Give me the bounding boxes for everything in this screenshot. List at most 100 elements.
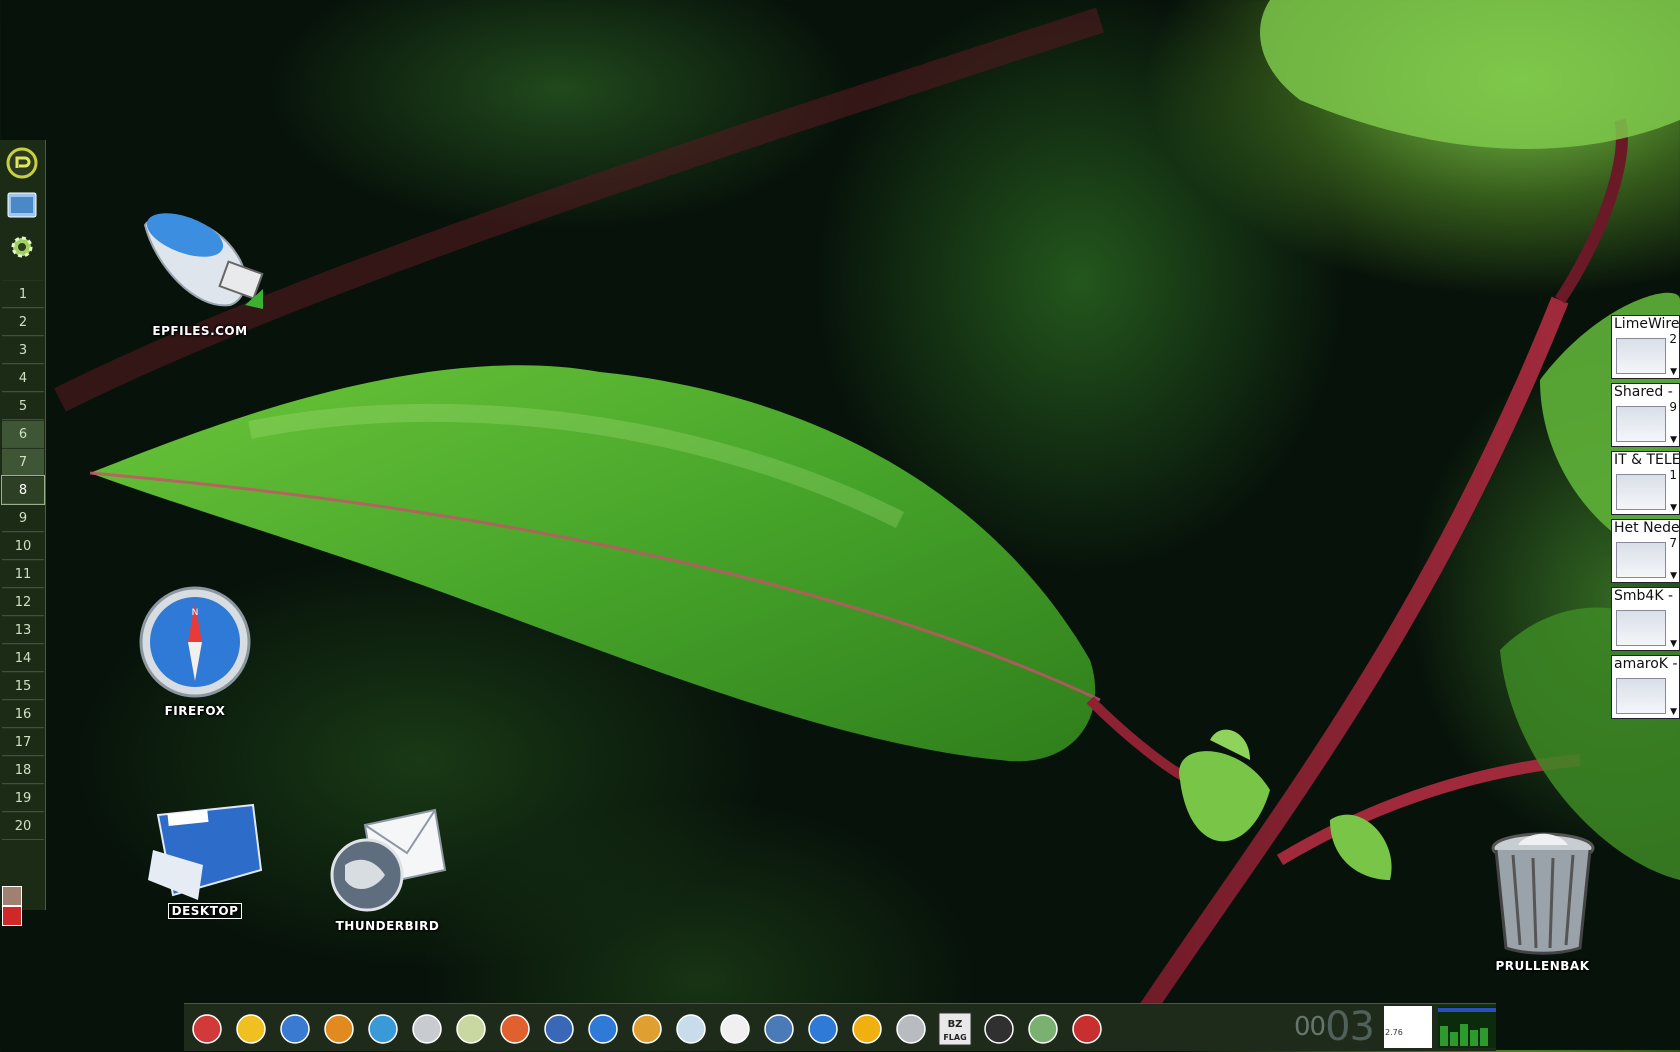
pager-desktop-12[interactable]: 12 xyxy=(2,588,44,616)
dropdown-arrow-icon[interactable]: ▼ xyxy=(1670,367,1677,377)
shield-icon[interactable] xyxy=(1070,1012,1104,1046)
pager-desktop-18[interactable]: 18 xyxy=(2,756,44,784)
pager-desktop-9[interactable]: 9 xyxy=(2,504,44,532)
system-load-meter[interactable] xyxy=(1438,1006,1496,1048)
logout-icon[interactable] xyxy=(2,906,22,926)
pager-desktop-2[interactable]: 2 xyxy=(2,308,44,336)
calculator-icon[interactable] xyxy=(1026,1012,1060,1046)
taskbar-entry[interactable]: IT & TELE 1 ▼ xyxy=(1611,451,1680,515)
dropdown-arrow-icon[interactable]: ▼ xyxy=(1670,707,1677,717)
desktop-pager: 1 2 3 4 5 6 7 8 9 10 11 12 13 14 15 16 17 18 19 20 xyxy=(1,280,45,840)
taskbar-entry-count: 2 xyxy=(1669,332,1677,346)
kmenu-icon[interactable] xyxy=(5,146,39,180)
pager-desktop-11[interactable]: 11 xyxy=(2,560,44,588)
taskbar-entry-count: 1 xyxy=(1669,468,1677,482)
thunderbird-label: THUNDERBIRD xyxy=(335,919,440,933)
file-manager-icon[interactable] xyxy=(5,188,39,222)
preview-icon[interactable] xyxy=(762,1012,796,1046)
taskbar-entry[interactable]: LimeWire 2 ▼ xyxy=(1611,315,1680,379)
window-thumbnail xyxy=(1616,474,1666,510)
favorites-star-icon[interactable] xyxy=(234,1012,268,1046)
pager-desktop-19[interactable]: 19 xyxy=(2,784,44,812)
desktop-icon-desktop[interactable]: DESKTOP xyxy=(140,800,270,919)
taskbar-entry-count: 7 xyxy=(1669,536,1677,550)
svg-text:N: N xyxy=(191,608,198,618)
taskbar-entry[interactable]: Shared -9 ▼ xyxy=(1611,383,1680,447)
desktop-icon-trash[interactable]: PRULLENBAK xyxy=(1480,830,1605,974)
mail-globe-icon xyxy=(330,808,447,912)
dropdown-arrow-icon[interactable]: ▼ xyxy=(1670,639,1677,649)
pager-desktop-20[interactable]: 20 xyxy=(2,812,44,840)
trash-icon xyxy=(1491,832,1594,955)
taskbar-entry-title: amaroK - xyxy=(1614,656,1678,672)
taskbar-entry-title: Smb4K - xyxy=(1614,588,1674,604)
dropdown-arrow-icon[interactable]: ▼ xyxy=(1670,571,1677,581)
printer-icon[interactable] xyxy=(410,1012,444,1046)
desktop-icon-thunderbird[interactable]: THUNDERBIRD xyxy=(320,805,455,934)
network-globe-icon[interactable] xyxy=(278,1012,312,1046)
pager-desktop-17[interactable]: 17 xyxy=(2,728,44,756)
aim-icon[interactable] xyxy=(850,1012,884,1046)
pager-desktop-1[interactable]: 1 xyxy=(2,280,44,308)
thunderbird-icon[interactable] xyxy=(542,1012,576,1046)
camera-icon[interactable] xyxy=(894,1012,928,1046)
pager-desktop-8[interactable]: 8 xyxy=(1,475,45,505)
dropdown-arrow-icon[interactable]: ▼ xyxy=(1670,503,1677,513)
pager-desktop-13[interactable]: 13 xyxy=(2,616,44,644)
taskbar-entry-title: Shared - xyxy=(1614,384,1673,400)
taskbar-entry-title: LimeWire xyxy=(1614,316,1680,332)
orb-icon[interactable] xyxy=(630,1012,664,1046)
pager-desktop-6[interactable]: 6 xyxy=(2,420,44,448)
mail-app-icon[interactable] xyxy=(190,1012,224,1046)
mini-monitor[interactable]: 2.76 xyxy=(1384,1006,1432,1048)
taskbar-entry-title: Het Nede xyxy=(1614,520,1680,536)
right-taskbar: LimeWire 2 ▼ Shared -9 ▼ IT & TELE 1 ▼ Het Nede 7… xyxy=(1611,315,1680,723)
clock-hours: 00 xyxy=(1294,1012,1326,1042)
search-tools-icon[interactable] xyxy=(454,1012,488,1046)
safari-compass-icon[interactable] xyxy=(586,1012,620,1046)
compass-icon: N xyxy=(139,586,250,698)
pager-desktop-10[interactable]: 10 xyxy=(2,532,44,560)
usb-label: EPFILES.COM xyxy=(152,324,248,338)
pager-desktop-14[interactable]: 14 xyxy=(2,644,44,672)
lock-icon[interactable] xyxy=(2,886,22,906)
pager-desktop-15[interactable]: 15 xyxy=(2,672,44,700)
pager-desktop-16[interactable]: 16 xyxy=(2,700,44,728)
pager-desktop-7[interactable]: 7 xyxy=(2,448,44,476)
pager-desktop-4[interactable]: 4 xyxy=(2,364,44,392)
trash-label: PRULLENBAK xyxy=(1495,959,1590,973)
bzflag-icon[interactable]: BZ FLAG xyxy=(938,1012,972,1046)
accessibility-icon[interactable] xyxy=(806,1012,840,1046)
window-thumbnail xyxy=(1616,678,1666,714)
taskbar-entry[interactable]: Smb4K - ▼ xyxy=(1611,587,1680,651)
tux-icon[interactable] xyxy=(718,1012,752,1046)
terminal-icon[interactable] xyxy=(982,1012,1016,1046)
svg-text:FLAG: FLAG xyxy=(943,1033,966,1042)
home-folder-icon[interactable] xyxy=(498,1012,532,1046)
taskbar-entry[interactable]: Het Nede 7 ▼ xyxy=(1611,519,1680,583)
window-thumbnail xyxy=(1616,338,1666,374)
lock-logout-buttons xyxy=(2,886,44,926)
taskbar-entry-count: 9 xyxy=(1669,400,1677,414)
left-pager-panel: 1 2 3 4 5 6 7 8 9 10 11 12 13 14 15 16 17 18 19 20 xyxy=(0,140,46,926)
clock-minutes: 03 xyxy=(1325,1004,1375,1050)
pager-desktop-3[interactable]: 3 xyxy=(2,336,44,364)
desktop-icon-usb[interactable]: EPFILES.COM xyxy=(130,205,270,339)
window-thumbnail xyxy=(1616,542,1666,578)
finder-folder-icon xyxy=(147,803,262,900)
desktop-icon-firefox[interactable]: N FIREFOX xyxy=(130,585,260,719)
desktop-label: DESKTOP xyxy=(167,903,243,919)
mini-monitor-value: 2.76 xyxy=(1385,1028,1403,1037)
pager-desktop-5[interactable]: 5 xyxy=(2,392,44,420)
itunes-icon[interactable] xyxy=(674,1012,708,1046)
window-thumbnail xyxy=(1616,610,1666,646)
taskbar-entry-title: IT & TELE xyxy=(1614,452,1680,468)
network-computer-icon[interactable] xyxy=(366,1012,400,1046)
taskbar-entry[interactable]: amaroK - ▼ xyxy=(1611,655,1680,719)
media-sphere-icon[interactable] xyxy=(322,1012,356,1046)
dropdown-arrow-icon[interactable]: ▼ xyxy=(1670,435,1677,445)
svg-text:BZ: BZ xyxy=(948,1019,963,1030)
window-thumbnail xyxy=(1616,406,1666,442)
bottom-dock-panel: BZ FLAG 0003 2.76 xyxy=(184,1003,1496,1051)
settings-icon[interactable] xyxy=(5,230,39,264)
